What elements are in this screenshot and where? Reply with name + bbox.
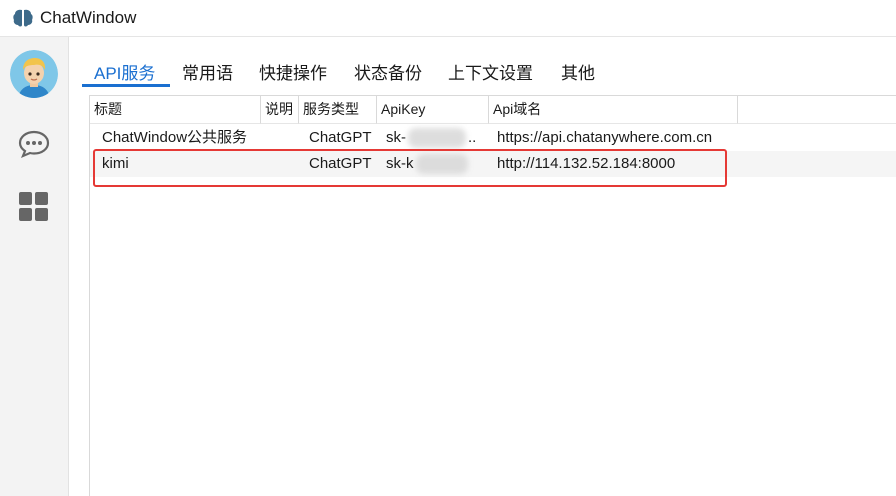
active-tab-indicator [82, 84, 170, 87]
column-header-description[interactable]: 说明 [261, 96, 299, 124]
window-title: ChatWindow [40, 8, 137, 27]
column-header-apikey[interactable]: ApiKey [377, 96, 489, 124]
sidebar [0, 37, 69, 496]
column-header-service-type[interactable]: 服务类型 [299, 96, 377, 124]
brain-icon [13, 9, 33, 27]
main-panel: API服务 常用语 快捷操作 状态备份 上下文设置 其他 标题 说明 服务类型 … [70, 37, 896, 496]
cell-title: ChatWindow公共服务 [102, 129, 248, 146]
cell-service-type: ChatGPT [309, 129, 372, 146]
user-avatar[interactable] [10, 50, 58, 98]
redacted-apikey [408, 128, 466, 148]
tab-quick-actions[interactable]: 快捷操作 [259, 59, 327, 84]
title-bar: ChatWindow [0, 0, 896, 37]
tab-other[interactable]: 其他 [561, 59, 595, 84]
cell-apikey-ellipsis: .. [468, 129, 477, 146]
chat-bubble-icon[interactable] [17, 129, 51, 159]
table-row[interactable]: ChatWindow公共服务 ChatGPT sk- .. https://ap… [90, 125, 896, 151]
header-filler [738, 96, 896, 124]
tab-state-backup[interactable]: 状态备份 [354, 59, 422, 84]
selection-highlight-box [93, 149, 727, 187]
tab-api-services[interactable]: API服务 [94, 59, 155, 84]
grid-icon[interactable] [18, 191, 50, 223]
column-header-api-domain[interactable]: Api域名 [489, 96, 738, 124]
column-header-title[interactable]: 标题 [90, 96, 261, 124]
cell-api-domain: https://api.chatanywhere.com.cn [497, 129, 713, 146]
tab-common-phrases[interactable]: 常用语 [182, 59, 233, 84]
tab-context-settings[interactable]: 上下文设置 [448, 59, 533, 84]
